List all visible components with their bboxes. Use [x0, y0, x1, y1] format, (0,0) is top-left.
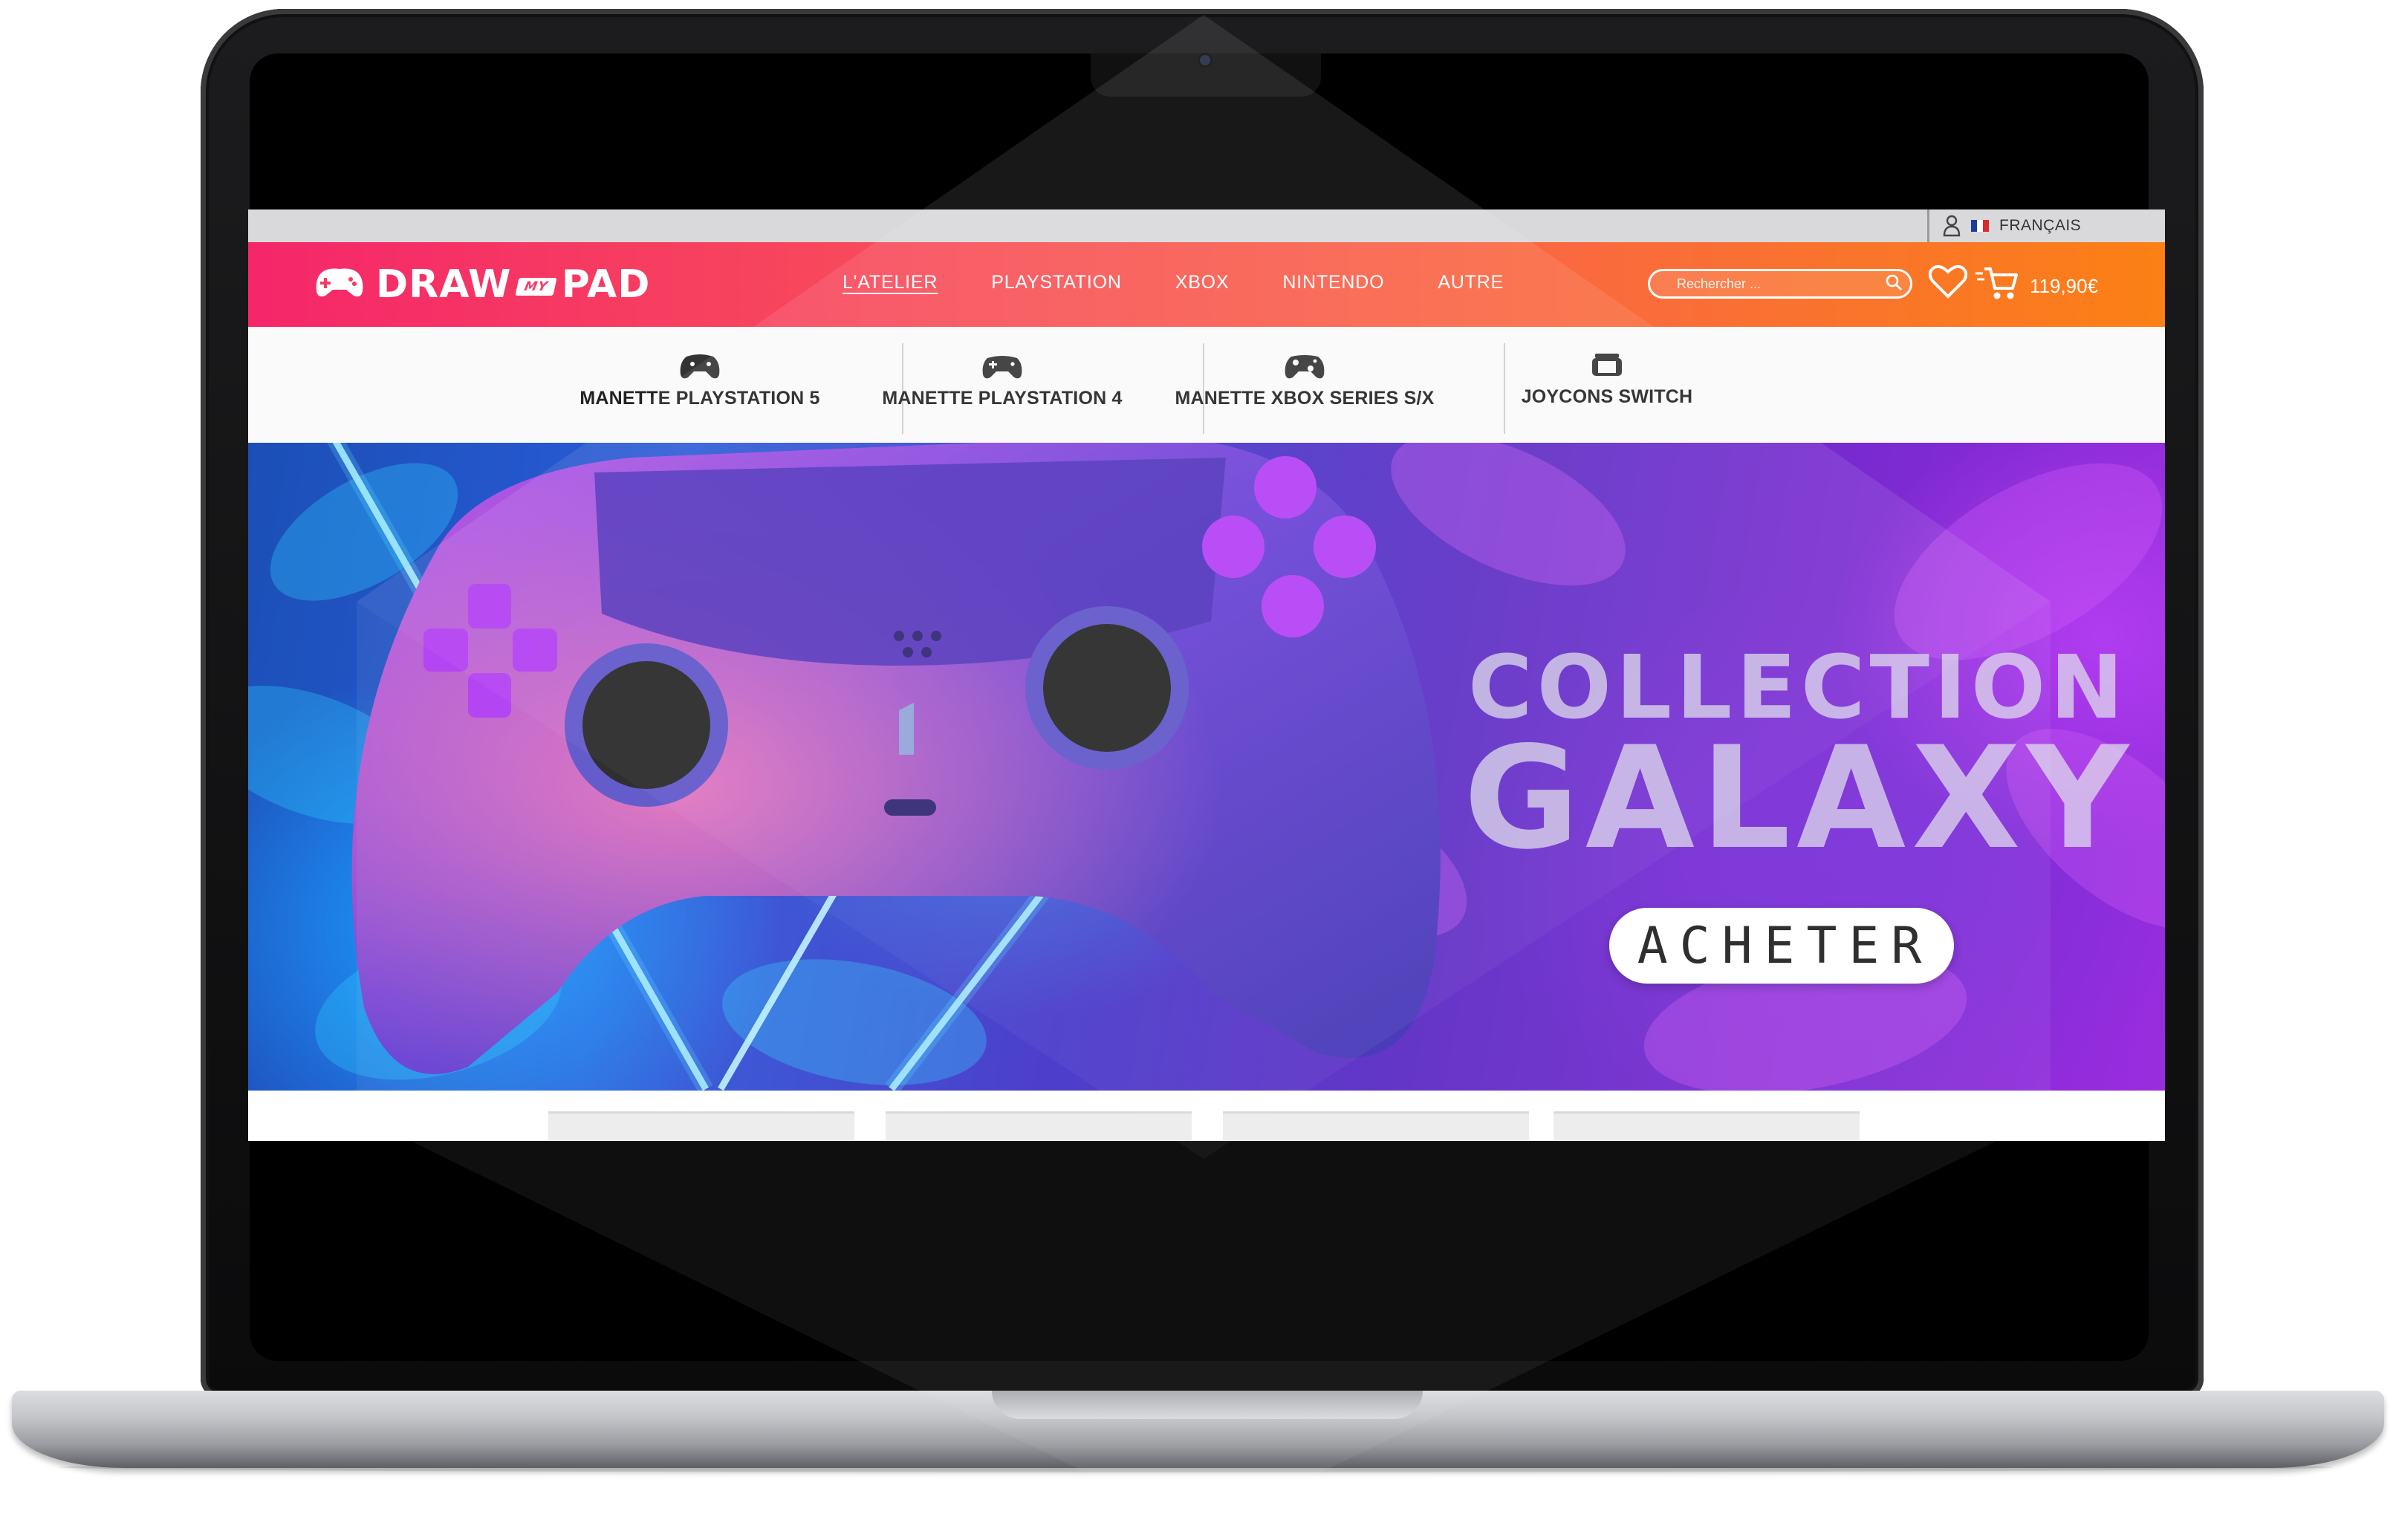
main-header: DRAW MY PAD L'ATELIER PLAYSTATION XBOX NIN…: [248, 242, 2165, 327]
france-flag-icon: [1971, 220, 1989, 232]
website: FRANÇAIS DRAW MY PAD L'ATELIER PLAYSTATION…: [248, 209, 2165, 1141]
category-label: MANETTE XBOX SERIES S/X: [1175, 388, 1435, 409]
camera-icon: [1200, 55, 1210, 65]
nav-item-atelier[interactable]: L'ATELIER: [843, 272, 938, 293]
category-bar: MANETTE PLAYSTATION 5 MANETTE PLAYSTATIO…: [248, 327, 2165, 444]
category-label: MANETTE PLAYSTATION 4: [882, 388, 1123, 409]
logo-text: DRAW MY PAD: [376, 262, 651, 307]
ps4-controller-icon: [851, 352, 1153, 380]
search-input[interactable]: [1675, 275, 1885, 293]
product-card[interactable]: [1223, 1111, 1529, 1141]
product-card[interactable]: [548, 1111, 854, 1141]
hero-banner[interactable]: COLLECTION GALAXY ACHETER: [248, 443, 2165, 1091]
product-card[interactable]: [1553, 1111, 1860, 1141]
gamepad-icon: [314, 266, 366, 304]
category-label: JOYCONS SWITCH: [1521, 386, 1693, 407]
hero-title-line2: GALAXY: [1464, 716, 2135, 880]
category-ps5[interactable]: MANETTE PLAYSTATION 5: [549, 339, 851, 431]
switch-joycons-icon: [1456, 352, 1758, 379]
nav-item-nintendo[interactable]: NINTENDO: [1282, 272, 1384, 293]
account-language-area: FRANÇAIS: [1927, 209, 2165, 242]
category-xbox[interactable]: MANETTE XBOX SERIES S/X: [1154, 339, 1455, 431]
language-selector[interactable]: FRANÇAIS: [1999, 217, 2081, 235]
cart-icon[interactable]: [1974, 266, 2019, 305]
user-icon[interactable]: [1943, 215, 1961, 237]
top-utility-bar: FRANÇAIS: [248, 209, 2165, 242]
search-icon[interactable]: [1885, 273, 1903, 295]
nav-item-playstation[interactable]: PLAYSTATION: [991, 272, 1122, 293]
cart-total[interactable]: 119,90€: [2030, 275, 2098, 298]
search-box: [1648, 269, 1912, 299]
buy-button[interactable]: ACHETER: [1609, 908, 1954, 984]
category-label: MANETTE PLAYSTATION 5: [579, 388, 820, 409]
laptop-base-groove: [992, 1391, 1423, 1419]
category-joycons[interactable]: JOYCONS SWITCH: [1456, 339, 1758, 431]
heart-icon[interactable]: [1928, 264, 1968, 302]
site-logo[interactable]: DRAW MY PAD: [314, 261, 650, 308]
nav-item-autre[interactable]: AUTRE: [1438, 272, 1504, 293]
product-card[interactable]: [886, 1111, 1192, 1141]
product-strip: [248, 1091, 2165, 1141]
category-ps4[interactable]: MANETTE PLAYSTATION 4: [851, 339, 1153, 431]
nav-item-xbox[interactable]: XBOX: [1175, 272, 1230, 293]
ps5-controller-icon: [549, 352, 851, 380]
xbox-controller-icon: [1154, 352, 1455, 380]
hero-title: COLLECTION GALAXY: [1464, 643, 2132, 869]
main-nav: L'ATELIER PLAYSTATION XBOX NINTENDO AUTR…: [843, 272, 1504, 293]
